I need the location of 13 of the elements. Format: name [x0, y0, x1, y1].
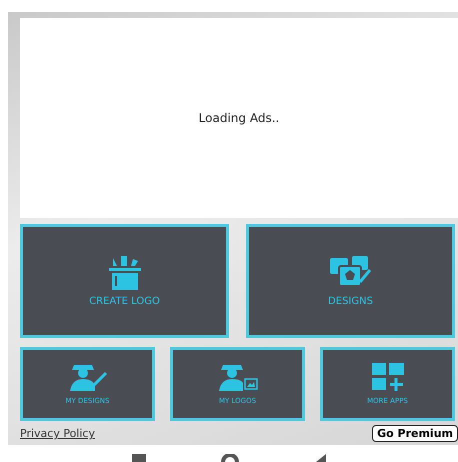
back-icon[interactable] [314, 454, 326, 462]
person-brush-icon [68, 363, 108, 391]
loading-text: Loading Ads.. [198, 111, 280, 125]
privacy-policy-link[interactable]: Privacy Policy [20, 427, 95, 440]
add-apps-icon [372, 363, 404, 391]
pencil-cup-icon [106, 256, 142, 290]
home-icon[interactable] [221, 454, 239, 462]
tile-label: CREATE LOGO [89, 296, 160, 306]
menu-tile[interactable]: DESIGNS [246, 224, 455, 338]
go-premium-button[interactable]: Go Premium [372, 425, 458, 442]
menu-tile[interactable]: CREATE LOGO [20, 224, 229, 338]
tile-label: DESIGNS [328, 296, 373, 306]
person-image-icon [216, 363, 258, 391]
